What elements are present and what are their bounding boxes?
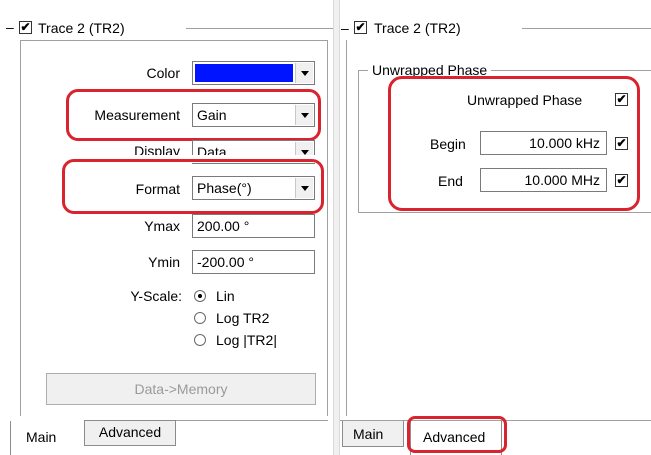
tab-edge: [10, 421, 11, 455]
highlight-format: [62, 159, 324, 214]
left-panel: – ✔ Trace 2 (TR2) Color Measurement Gain…: [0, 0, 333, 455]
yscale-option-logabs[interactable]: Log |TR2|: [216, 331, 277, 349]
panel-frame-top: [20, 40, 328, 41]
group-header-line: [186, 28, 333, 29]
yscale-radio-lin[interactable]: [194, 290, 206, 302]
pane-divider[interactable]: [333, 0, 340, 455]
panel-frame-left: [20, 40, 21, 416]
checkmark-icon: ✔: [20, 20, 31, 34]
tab-advanced-label: Advanced: [98, 424, 162, 440]
right-panel: – ✔ Trace 2 (TR2) Unwrapped Phase Unwrap…: [340, 0, 651, 455]
color-swatch: [195, 64, 293, 82]
tab-main[interactable]: Main: [342, 421, 404, 447]
tab-main-label: Main: [26, 429, 57, 445]
ymin-value: -200.00 °: [197, 254, 254, 270]
tab-advanced[interactable]: Advanced: [84, 420, 176, 446]
trace-enable-checkbox[interactable]: ✔: [354, 21, 367, 34]
ymax-field[interactable]: 200.00 °: [192, 214, 315, 238]
yscale-option-log[interactable]: Log TR2: [216, 309, 269, 327]
color-label: Color: [146, 65, 180, 81]
yscale-radio-logabs[interactable]: [194, 334, 206, 346]
checkmark-icon: ✔: [355, 20, 366, 34]
tab-main-label: Main: [353, 426, 384, 442]
data-memory-button[interactable]: Data->Memory: [46, 373, 316, 405]
ymin-field[interactable]: -200.00 °: [192, 250, 315, 274]
ymin-label: Ymin: [148, 254, 180, 270]
trace-group-title: Trace 2 (TR2): [38, 20, 125, 36]
tab-main[interactable]: Main: [10, 421, 84, 455]
panel-frame-right: [327, 40, 328, 416]
highlight-measurement: [66, 89, 321, 141]
panel-frame-left: [346, 40, 347, 416]
trace-enable-checkbox[interactable]: ✔: [19, 21, 32, 34]
yscale-label: Y-Scale:: [130, 288, 182, 304]
group-header-line: [522, 28, 651, 29]
highlight-unwrapped: [388, 76, 640, 211]
ymax-value: 200.00 °: [197, 218, 250, 234]
chevron-down-icon[interactable]: [295, 63, 313, 83]
highlight-advanced-tab: [407, 416, 507, 453]
trace-group-title: Trace 2 (TR2): [374, 20, 461, 36]
collapse-toggle[interactable]: –: [6, 20, 14, 34]
yscale-option-lin[interactable]: Lin: [216, 287, 235, 305]
color-select[interactable]: [192, 61, 315, 85]
ymax-label: Ymax: [144, 218, 180, 234]
collapse-toggle[interactable]: –: [341, 21, 349, 35]
yscale-radio-log[interactable]: [194, 312, 206, 324]
